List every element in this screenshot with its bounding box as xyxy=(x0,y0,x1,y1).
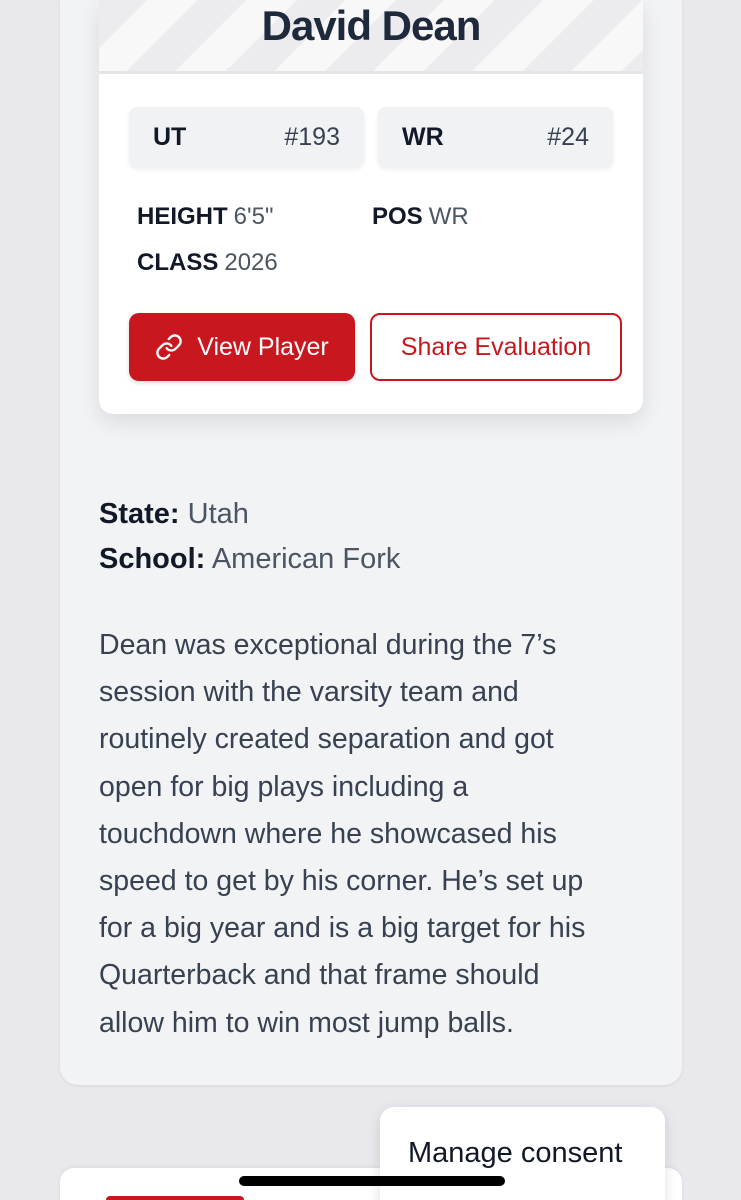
manage-consent-button[interactable]: Manage consent xyxy=(380,1107,665,1200)
position-rank-label: WR xyxy=(402,122,444,151)
share-evaluation-button[interactable]: Share Evaluation xyxy=(370,313,622,381)
evaluation-line: routinely created separation and got xyxy=(99,723,554,756)
evaluation-line: Quarterback and that frame should xyxy=(99,959,540,992)
page: David Dean UT #193 WR #24 HEIGHT 6'5" POS… xyxy=(0,0,741,1200)
player-card-header: David Dean xyxy=(99,0,643,74)
state-detail-label: State: xyxy=(99,498,180,530)
position-value: WR xyxy=(428,203,469,230)
home-indicator[interactable] xyxy=(239,1176,505,1186)
school-detail: School: American Fork xyxy=(99,543,400,576)
state-rank-label: UT xyxy=(153,122,187,151)
player-name: David Dean xyxy=(261,2,482,49)
position-rank-value: #24 xyxy=(547,122,589,151)
height-stat: HEIGHT 6'5" xyxy=(137,203,273,231)
height-label: HEIGHT xyxy=(137,203,228,230)
evaluation-line: speed to get by his corner. He’s set up xyxy=(99,865,584,898)
evaluation-line: Dean was exceptional during the 7’s xyxy=(99,629,557,661)
class-value: 2026 xyxy=(224,249,278,276)
evaluation-line: touchdown where he showcased his xyxy=(99,817,557,850)
school-detail-label: School: xyxy=(99,543,206,575)
next-card-accent xyxy=(106,1196,244,1200)
state-detail-value: Utah xyxy=(187,498,249,530)
height-value: 6'5" xyxy=(233,203,274,230)
view-player-label: View Player xyxy=(197,332,329,361)
class-stat: CLASS 2026 xyxy=(137,249,278,277)
evaluation-line: open for big plays including a xyxy=(99,770,469,803)
manage-consent-label: Manage consent xyxy=(408,1137,623,1169)
position-rank-badge: WR #24 xyxy=(378,107,613,167)
state-rank-badge: UT #193 xyxy=(129,107,364,167)
evaluation-line: for a big year and is a big target for h… xyxy=(99,912,586,945)
position-stat: POS WR xyxy=(372,203,469,231)
school-detail-value: American Fork xyxy=(211,543,401,575)
evaluation-line: session with the varsity team and xyxy=(99,676,519,709)
position-label: POS xyxy=(372,203,423,230)
link-icon xyxy=(155,333,183,361)
evaluation-text: Dean was exceptional during the 7’s sess… xyxy=(99,622,644,1047)
share-evaluation-label: Share Evaluation xyxy=(400,332,592,361)
view-player-button[interactable]: View Player xyxy=(129,313,355,381)
evaluation-line: allow him to win most jump balls. xyxy=(99,1006,514,1039)
state-rank-value: #193 xyxy=(284,122,340,151)
state-detail: State: Utah xyxy=(99,498,249,531)
class-label: CLASS xyxy=(137,249,219,276)
